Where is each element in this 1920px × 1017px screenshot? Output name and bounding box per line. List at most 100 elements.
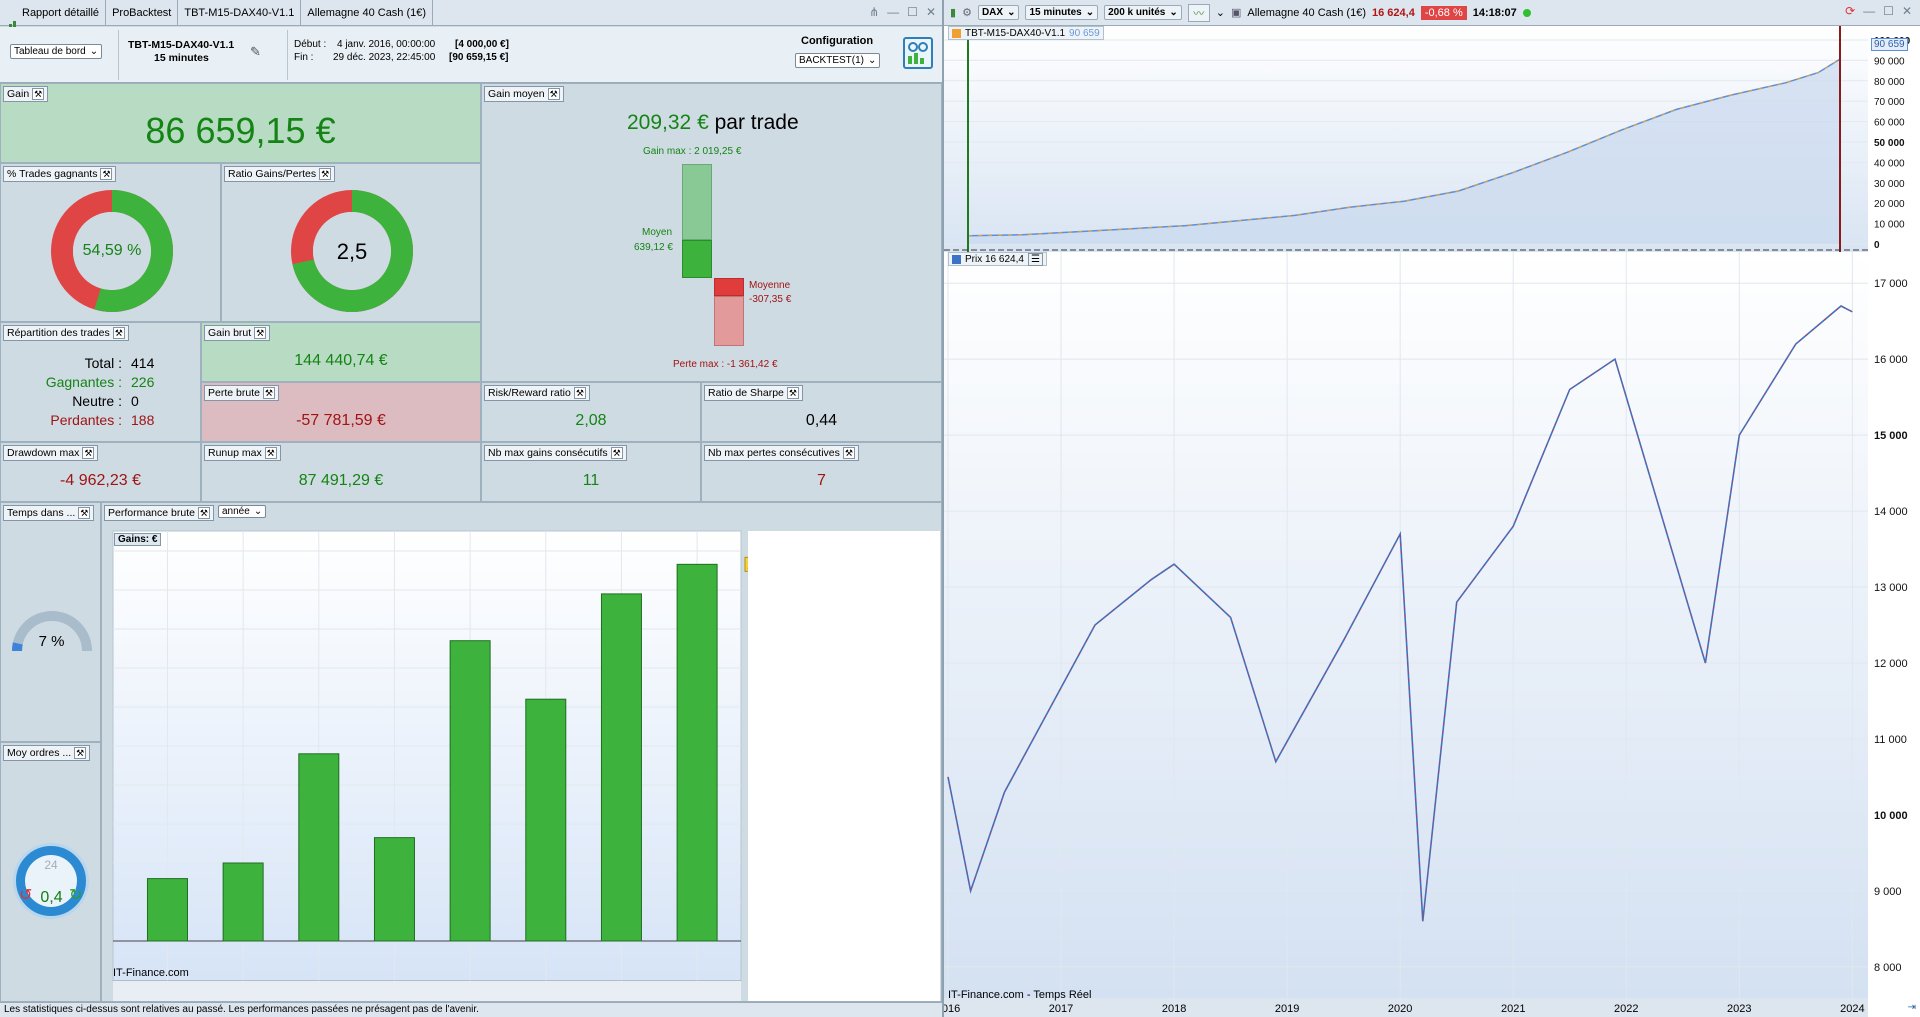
settings-icon[interactable]: ⚙ [962, 6, 972, 19]
wrench-icon[interactable]: ⚒ [842, 447, 855, 459]
wrench-icon[interactable]: ⚒ [74, 747, 87, 759]
legend-color-icon [952, 28, 961, 38]
units-select[interactable]: 200 k unités [1104, 5, 1182, 20]
equity-y-tick: 90 000 [1874, 56, 1905, 67]
perte-brute-panel: Perte brute ⚒ -57 781,59 € [201, 382, 481, 442]
tab-strategy[interactable]: TBT-M15-DAX40-V1.1 [178, 0, 302, 26]
wrench-icon[interactable]: ⚒ [547, 88, 560, 100]
maximize-icon[interactable]: ☐ [1883, 4, 1894, 18]
wrench-icon[interactable]: ⚒ [112, 327, 125, 339]
repartition-labels: Total : Gagnantes : Neutre : Perdantes : [1, 354, 122, 430]
instrument-select[interactable]: DAX [977, 5, 1020, 20]
prorealtime-logo-icon: ▮ [950, 7, 957, 19]
config-select[interactable]: BACKTEST(1) [795, 53, 881, 68]
sharpe-title: Ratio de Sharpe ⚒ [704, 385, 803, 401]
wrench-icon[interactable]: ⚒ [100, 168, 113, 180]
close-icon[interactable]: ✕ [1902, 4, 1912, 18]
bar-2016 [146, 878, 188, 942]
wrench-icon[interactable]: ⚒ [319, 168, 332, 180]
equity-curve-chart: 0 10 000 20 000 30 000 40 000 50 000 60 000 70 … [944, 26, 1920, 253]
tab-probacktest[interactable]: ProBacktest [106, 0, 179, 26]
gains-currency-tag: Gains: € [114, 533, 162, 546]
chart-type-icon[interactable]: 〰 [1187, 3, 1210, 22]
period-select[interactable]: année [218, 505, 267, 518]
performance-title: Performance brute ⚒ [104, 505, 214, 521]
drawdown-value: -4 962,23 € [60, 472, 141, 489]
configuration-icon[interactable] [903, 37, 933, 69]
wrench-icon[interactable]: ⚒ [573, 387, 586, 399]
gain-title: Gain ⚒ [3, 86, 49, 102]
tab-rapport-detaille[interactable]: Rapport détaillé [0, 0, 107, 33]
instrument-info-icon[interactable]: ▣ [1231, 6, 1241, 19]
moy-ordres-panel: Moy ordres ... ⚒ 24 0,4 ↺ ↻ [0, 742, 101, 1002]
wrench-icon[interactable]: ⚒ [254, 327, 267, 339]
moyen-label: Moyen [642, 227, 673, 238]
price-x-tick: 2021 [1501, 1003, 1525, 1015]
performance-bar-chart: 02 0004 0006 0008 00010 00012 00014 0001… [112, 530, 940, 1001]
dashboard-select[interactable]: Tableau de bord [10, 44, 103, 59]
fin-label: Fin : [294, 52, 314, 63]
report-tab-bar: Rapport détaillé ProBacktest TBT-M15-DAX… [0, 0, 942, 33]
wrench-icon[interactable]: ⚒ [82, 447, 95, 459]
wrench-icon[interactable]: ⚒ [262, 387, 275, 399]
tab-instrument[interactable]: Allemagne 40 Cash (1€) [301, 0, 434, 26]
wrench-icon[interactable]: ⚒ [786, 387, 799, 399]
debut-amount: [4 000,00 €] [455, 39, 509, 50]
gain-panel: Gain ⚒ 86 659,15 € [0, 83, 481, 163]
wrench-icon[interactable]: ⚒ [264, 447, 277, 459]
equity-legend: TBT-M15-DAX40-V1.1 90 659 [948, 26, 1104, 40]
price-x-tick: 2020 [1388, 1003, 1412, 1015]
minimize-icon[interactable]: — [1863, 4, 1875, 18]
bar-2019 [373, 837, 415, 942]
wrench-icon[interactable]: ⚒ [197, 507, 210, 519]
edit-icon[interactable]: ✎ [250, 44, 266, 60]
performance-panel: Performance brute⚒ année 02 0004 0006 00… [101, 502, 942, 1002]
sync-icon[interactable]: ⟳ [1845, 4, 1855, 18]
timeframe-select[interactable]: 15 minutes [1025, 5, 1099, 20]
trades-gagnants-title: % Trades gagnants ⚒ [3, 166, 117, 182]
wrench-icon[interactable]: ⚒ [32, 88, 45, 100]
total-value: 414 [131, 355, 155, 371]
moy-ordres-title: Moy ordres ... ⚒ [3, 745, 91, 761]
maximize-icon[interactable]: ☐ [907, 5, 918, 19]
wrench-icon[interactable]: ⚒ [78, 507, 91, 519]
minimize-icon[interactable]: — [887, 5, 899, 19]
equity-y-tick: 70 000 [1874, 97, 1905, 108]
ratio-title: Ratio Gains/Pertes ⚒ [224, 166, 336, 182]
price-x-tick: 2017 [1049, 1003, 1073, 1015]
scroll-right-icon[interactable]: ⇥ [1908, 1002, 1916, 1013]
price-y-tick: 16 000 [1874, 354, 1908, 366]
price-x-tick: 2023 [1727, 1003, 1751, 1015]
wrench-icon[interactable]: ⚒ [610, 447, 623, 459]
gain-max-bar [682, 164, 712, 240]
chart-toolbar: ▮ ⚙ DAX 15 minutes 200 k unités 〰 ⌄ ▣ Al… [944, 0, 1920, 26]
moyenne-value: -307,35 € [749, 294, 792, 305]
bar-2020 [449, 640, 491, 942]
equity-y-tick: 10 000 [1874, 220, 1905, 231]
price-change-badge: -0,68 % [1420, 5, 1467, 20]
equity-y-tick: 0 [1874, 240, 1880, 251]
debut-label: Début : [294, 39, 327, 50]
price-y-tick: 10 000 [1874, 810, 1908, 822]
report-header: Tableau de bord TBT-M15-DAX40-V1.1 15 mi… [0, 27, 942, 83]
perte-brute-value: -57 781,59 € [296, 412, 386, 429]
clock-number: 24 [44, 858, 58, 872]
total-label: Total : [84, 355, 122, 371]
price-y-tick: 11 000 [1874, 734, 1907, 746]
perte-max-bar [714, 296, 744, 346]
nb-pertes-value: 7 [817, 472, 826, 489]
list-icon[interactable]: ☰ [1027, 252, 1043, 266]
bar-2021 [525, 698, 567, 942]
price-x-tick: 2019 [1275, 1003, 1299, 1015]
equity-legend-title: TBT-M15-DAX40-V1.1 [965, 27, 1066, 39]
equity-y-tick: 30 000 [1874, 179, 1905, 190]
gain-max-label: Gain max : 2 019,25 € [643, 146, 742, 157]
nb-pertes-title: Nb max pertes consécutives ⚒ [704, 445, 859, 461]
chart-window: ▮ ⚙ DAX 15 minutes 200 k unités 〰 ⌄ ▣ Al… [942, 0, 1920, 1017]
arrow-right-icon: ↻ [69, 887, 83, 904]
indicator-dropdown-icon[interactable]: ⌄ [1216, 6, 1225, 19]
trades-gagnants-value: 54,59 % [82, 242, 142, 259]
close-icon[interactable]: ✕ [926, 5, 936, 19]
share-icon[interactable]: ⋔ [869, 5, 879, 19]
clock-time: 14:18:07 [1472, 6, 1517, 19]
